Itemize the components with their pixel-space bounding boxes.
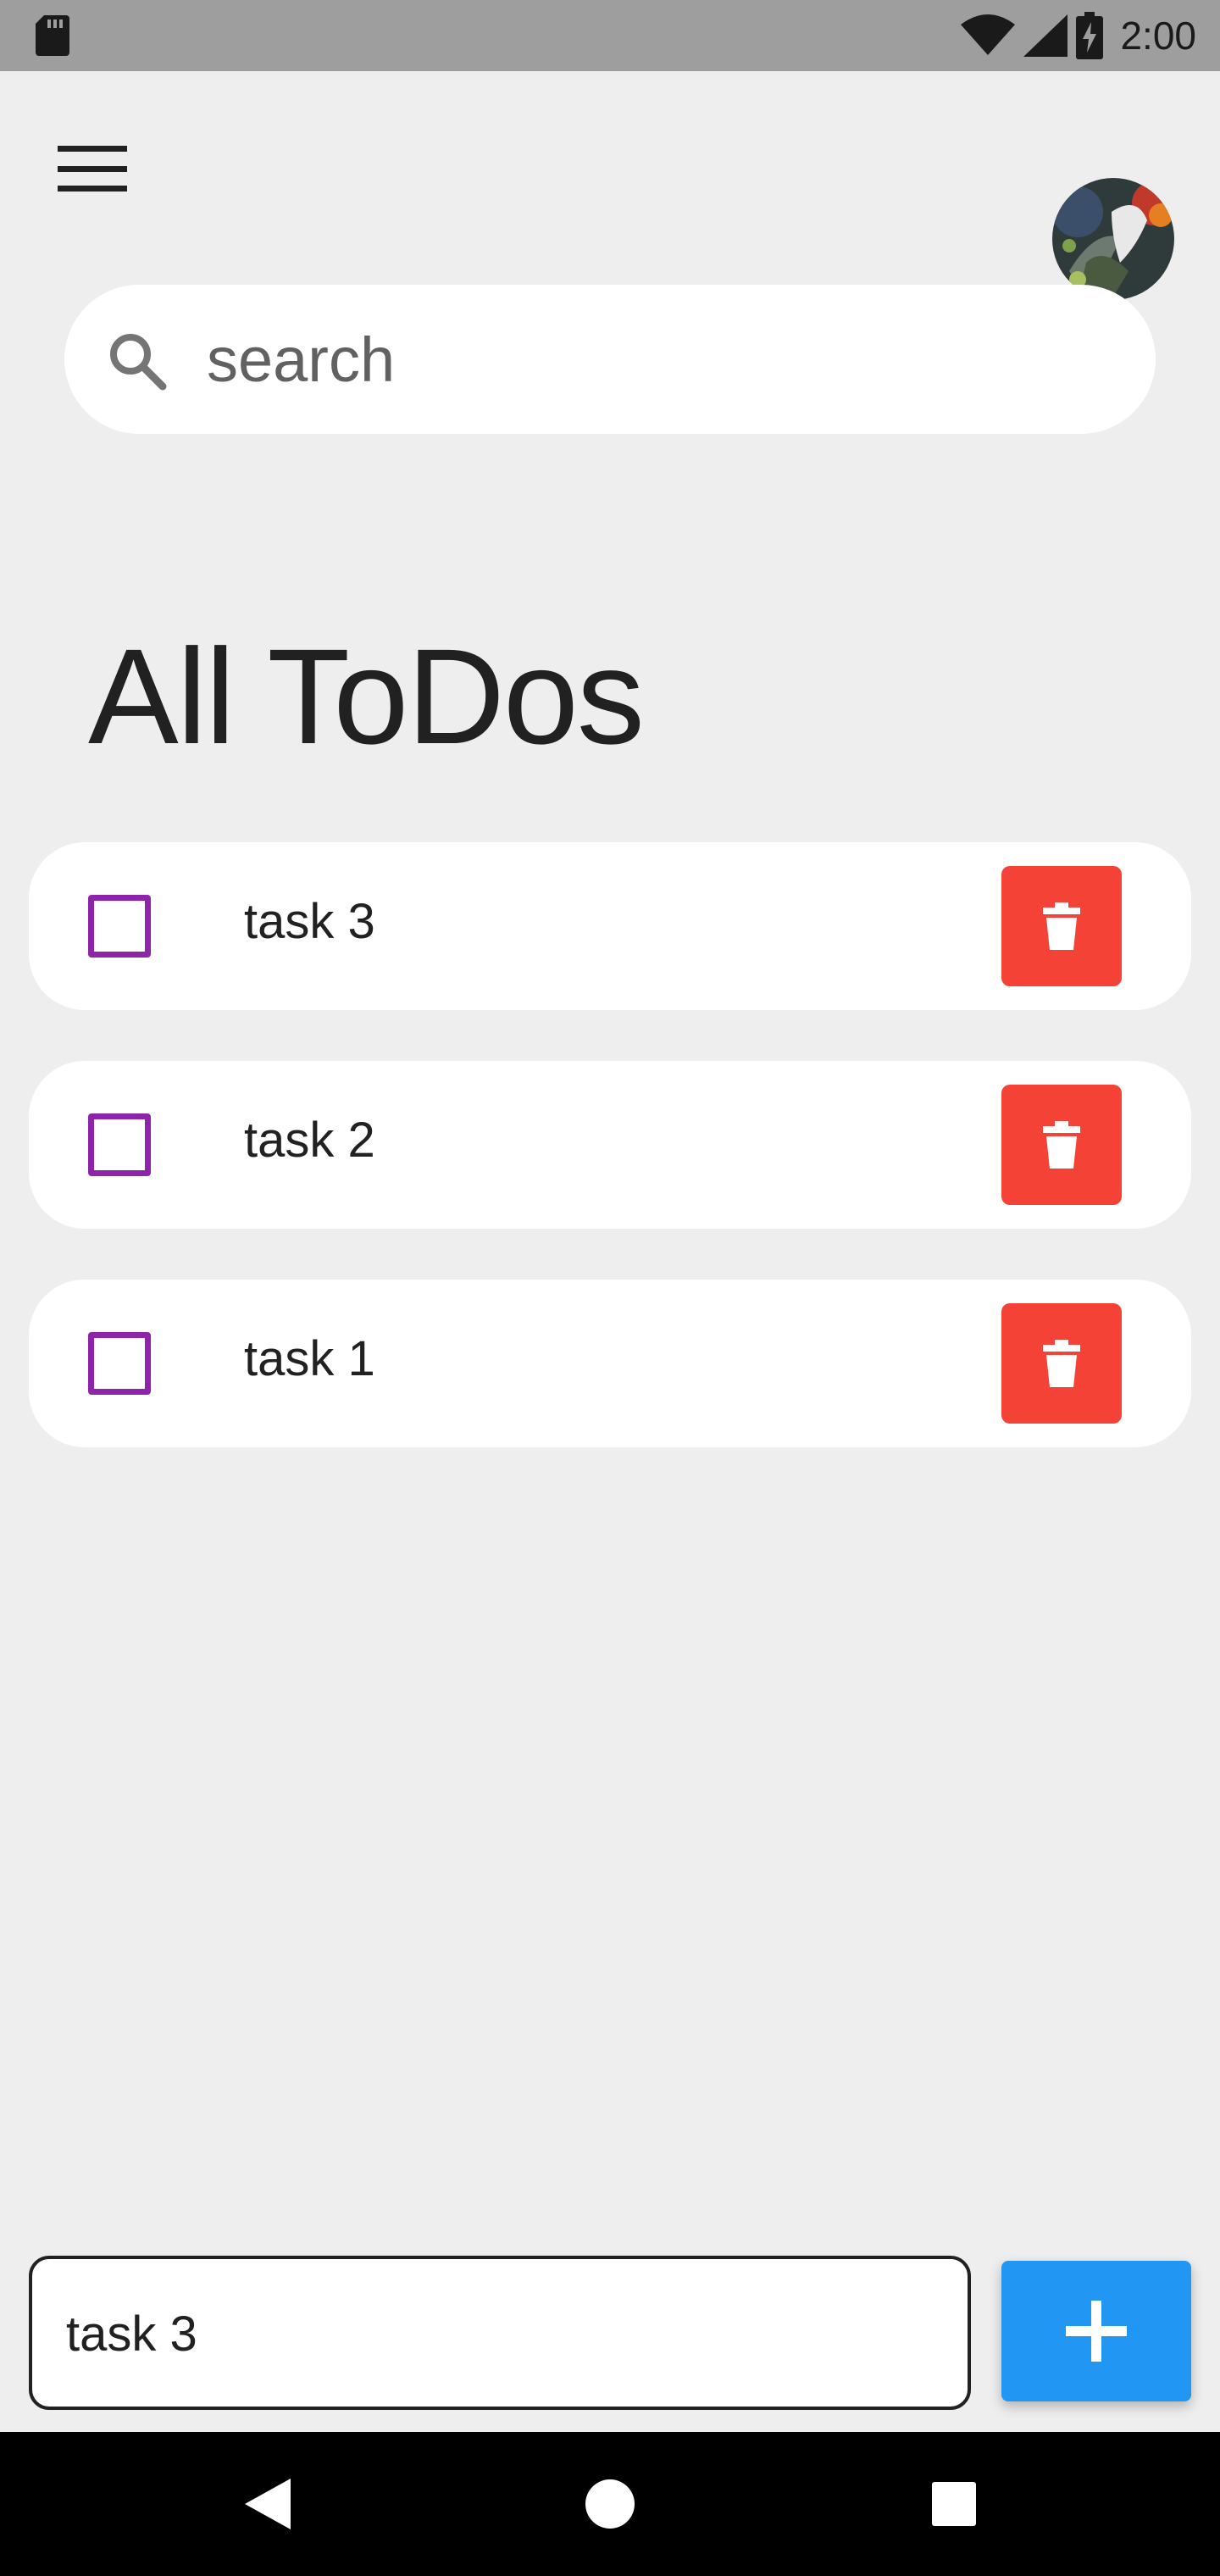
delete-button[interactable] [1001,866,1122,986]
todo-checkbox[interactable] [88,895,151,958]
signal-icon [1023,14,1068,57]
trash-icon [1043,1121,1080,1169]
page-title: All ToDos [88,620,645,772]
search-input[interactable] [207,315,1122,403]
delete-button[interactable] [1001,1303,1122,1424]
status-time: 2:00 [1120,14,1196,58]
menu-icon[interactable] [58,142,127,195]
app-bar [0,71,1220,300]
todo-label: task 3 [244,894,375,949]
back-button[interactable] [200,2432,336,2576]
todo-checkbox[interactable] [88,1113,151,1176]
wifi-icon [961,14,1016,55]
search-bar [64,285,1156,434]
recents-icon [932,2482,976,2526]
plus-icon [1066,2301,1127,2362]
battery-charging-icon [1076,12,1104,59]
search-icon [110,334,167,391]
todo-item: task 2 [29,1061,1191,1229]
home-button[interactable] [542,2432,678,2576]
add-todo-button[interactable] [1001,2261,1191,2401]
todo-checkbox[interactable] [88,1332,151,1395]
trash-icon [1043,1340,1080,1387]
trash-icon [1043,902,1080,950]
system-nav-bar [0,2432,1220,2576]
todo-item: task 3 [29,842,1191,1010]
delete-button[interactable] [1001,1085,1122,1205]
status-bar: 2:00 [0,0,1220,71]
back-icon [245,2479,291,2529]
new-todo-input[interactable] [66,2293,930,2374]
user-avatar[interactable] [1052,178,1174,300]
recents-button[interactable] [886,2432,1022,2576]
todo-label: task 1 [244,1331,375,1386]
sd-card-icon [36,15,69,56]
todo-item: task 1 [29,1280,1191,1447]
home-icon [585,2479,635,2529]
todo-label: task 2 [244,1113,375,1168]
new-todo-field [29,2256,971,2410]
